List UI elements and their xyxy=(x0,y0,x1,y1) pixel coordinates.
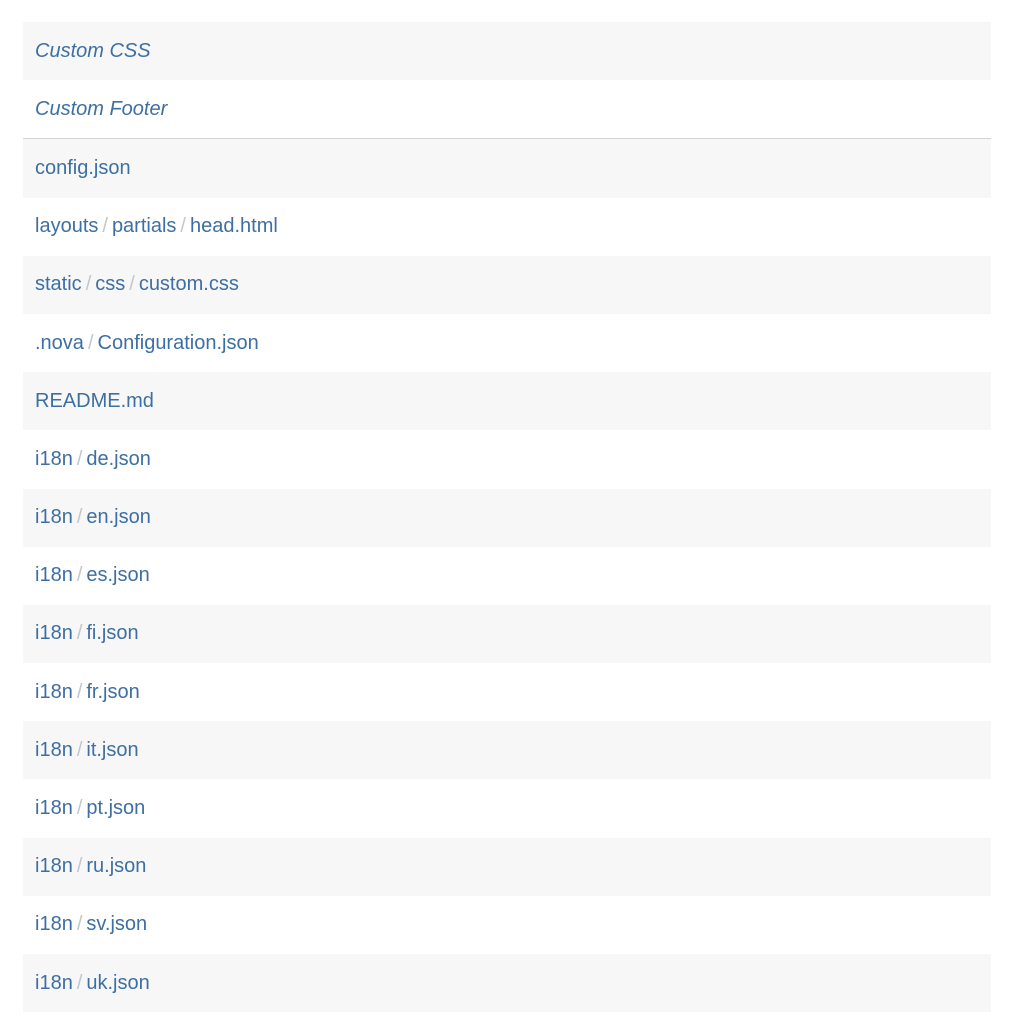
path-segment: layouts xyxy=(35,215,99,238)
path-separator: / xyxy=(76,680,83,703)
path-separator: / xyxy=(76,738,83,761)
file-link[interactable]: layouts / partials / head.html xyxy=(23,198,991,256)
file-link[interactable]: i18n / fi.json xyxy=(23,604,991,664)
path-segment: fr.json xyxy=(86,680,140,703)
file-link[interactable]: i18n / pt.json xyxy=(23,779,991,837)
path-segment: custom.css xyxy=(138,273,239,296)
file-link[interactable]: README.md xyxy=(23,372,991,431)
path-segment: Configuration.json xyxy=(97,331,259,354)
path-separator: / xyxy=(129,273,135,296)
file-list: Custom CSS Custom Footer config.json layo… xyxy=(23,22,991,1013)
path-segment: .nova xyxy=(35,331,84,354)
path-segment: i18n xyxy=(35,622,73,645)
section-link-label: Custom Footer xyxy=(35,97,168,120)
file-link[interactable]: i18n / it.json xyxy=(23,721,991,780)
path-segment: i18n xyxy=(35,506,73,529)
path-segment: de.json xyxy=(86,447,151,470)
path-separator: / xyxy=(76,564,83,587)
path-segment: ru.json xyxy=(86,855,147,878)
path-segment: fi.json xyxy=(86,622,139,645)
path-segment: i18n xyxy=(35,447,73,470)
file-link[interactable]: i18n / de.json xyxy=(23,430,991,488)
path-separator: / xyxy=(76,506,83,529)
path-segment: i18n xyxy=(35,797,73,820)
path-separator: / xyxy=(76,855,83,878)
path-segment: it.json xyxy=(86,738,139,761)
path-segment: head.html xyxy=(189,215,278,238)
path-segment: config.json xyxy=(35,156,131,179)
path-separator: / xyxy=(76,797,83,820)
path-segment: README.md xyxy=(35,389,154,412)
section-link-custom-css[interactable]: Custom CSS xyxy=(23,22,991,81)
path-separator: / xyxy=(180,215,186,238)
path-separator: / xyxy=(87,331,94,354)
file-link[interactable]: i18n / en.json xyxy=(23,488,991,547)
file-link[interactable]: i18n / es.json xyxy=(23,547,991,605)
file-link[interactable]: static / css / custom.css xyxy=(23,255,991,314)
file-rows: config.json layouts / partials / head.html sta… xyxy=(23,139,991,1013)
path-segment: i18n xyxy=(35,913,73,936)
path-segment: i18n xyxy=(35,738,73,761)
file-link[interactable]: i18n / uk.json xyxy=(23,954,991,1013)
path-segment: pt.json xyxy=(86,797,146,820)
path-segment: static xyxy=(35,273,82,296)
path-segment: sv.json xyxy=(86,913,148,936)
path-separator: / xyxy=(76,913,83,936)
file-link[interactable]: i18n / sv.json xyxy=(23,896,991,954)
path-separator: / xyxy=(85,273,92,296)
path-separator: / xyxy=(76,971,83,994)
section-link-custom-footer[interactable]: Custom Footer xyxy=(23,80,991,138)
path-segment: i18n xyxy=(35,564,73,587)
file-link[interactable]: config.json xyxy=(23,139,991,198)
path-segment: css xyxy=(95,273,126,296)
path-segment: i18n xyxy=(35,855,73,878)
path-segment: uk.json xyxy=(86,971,150,994)
path-separator: / xyxy=(76,622,83,645)
path-separator: / xyxy=(102,215,108,238)
file-link[interactable]: i18n / ru.json xyxy=(23,837,991,896)
file-link[interactable]: .nova / Configuration.json xyxy=(23,314,991,372)
path-segment: es.json xyxy=(86,564,150,587)
path-separator: / xyxy=(76,447,83,470)
path-segment: partials xyxy=(111,215,177,238)
section-link-label: Custom CSS xyxy=(35,39,151,62)
path-segment: i18n xyxy=(35,680,73,703)
path-segment: i18n xyxy=(35,971,73,994)
file-link[interactable]: i18n / fr.json xyxy=(23,663,991,721)
path-segment: en.json xyxy=(86,506,151,529)
